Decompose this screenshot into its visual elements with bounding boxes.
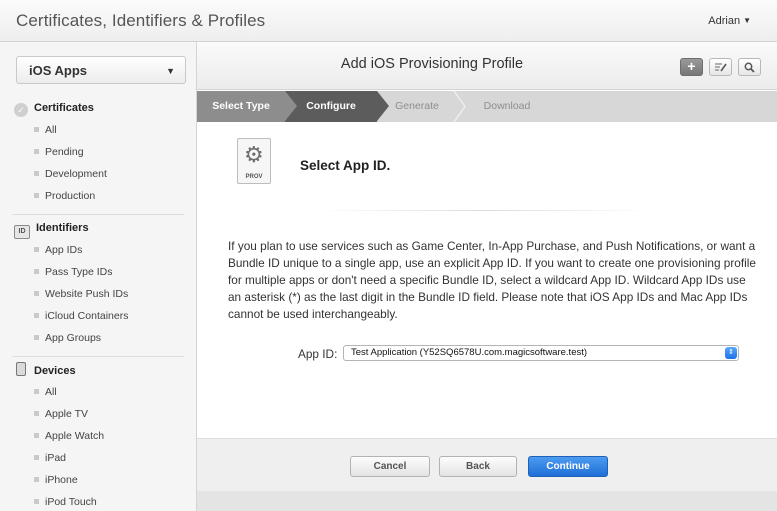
wizard-steps: Select Type Configure Generate Download bbox=[197, 91, 777, 122]
step-select-type: Select Type bbox=[197, 91, 285, 122]
bullet-icon bbox=[34, 247, 39, 252]
chevron-down-icon: ▼ bbox=[166, 66, 175, 76]
bullet-icon bbox=[34, 411, 39, 416]
provisioning-profile-icon: ⚙ PROV bbox=[237, 138, 271, 184]
step-configure: Configure bbox=[285, 91, 377, 122]
prov-label: PROV bbox=[245, 174, 263, 180]
top-bar: Certificates, Identifiers & Profiles Adr… bbox=[0, 0, 777, 42]
select-stepper-icon: ⇕ bbox=[725, 347, 737, 359]
chevron-down-icon: ▼ bbox=[743, 16, 751, 25]
plus-icon: + bbox=[687, 58, 696, 74]
bullet-icon bbox=[34, 149, 39, 154]
sidebar-item-app-ids[interactable]: App IDs bbox=[34, 242, 82, 258]
divider bbox=[12, 356, 184, 357]
gear-icon: ⚙ bbox=[244, 142, 264, 167]
user-menu[interactable]: Adrian ▼ bbox=[708, 15, 751, 27]
step-arrow bbox=[453, 91, 466, 122]
edit-icon bbox=[714, 63, 727, 72]
sidebar-item-label: App Groups bbox=[45, 332, 102, 344]
sidebar-item-label: Apple Watch bbox=[45, 430, 105, 442]
bullet-icon bbox=[34, 171, 39, 176]
divider bbox=[317, 210, 653, 211]
sidebar-item-label: iCloud Containers bbox=[45, 310, 129, 322]
step-download: Download bbox=[483, 100, 531, 112]
sidebar-item-label: iPhone bbox=[45, 474, 78, 486]
sidebar-item-icloud-containers[interactable]: iCloud Containers bbox=[34, 308, 128, 324]
bullet-icon bbox=[34, 499, 39, 504]
search-button[interactable] bbox=[738, 58, 761, 76]
sidebar-item-label: All bbox=[45, 386, 57, 398]
bottom-strip bbox=[197, 491, 777, 511]
sidebar-item-app-groups[interactable]: App Groups bbox=[34, 330, 101, 346]
sidebar-item-label: Apple TV bbox=[45, 408, 88, 420]
sidebar-item-label: Development bbox=[45, 168, 107, 180]
edit-button[interactable] bbox=[709, 58, 732, 76]
sidebar-item-apple-tv[interactable]: Apple TV bbox=[34, 406, 88, 422]
add-button[interactable]: + bbox=[680, 58, 703, 76]
continue-button[interactable]: Continue bbox=[528, 456, 608, 477]
bullet-icon bbox=[34, 193, 39, 198]
sidebar-item-devices-all[interactable]: All bbox=[34, 384, 57, 400]
description-text: If you plan to use services such as Game… bbox=[228, 239, 756, 321]
search-icon bbox=[744, 62, 755, 73]
sidebar-item-apple-watch[interactable]: Apple Watch bbox=[34, 428, 104, 444]
divider bbox=[12, 214, 184, 215]
sidebar-item-pass-type-ids[interactable]: Pass Type IDs bbox=[34, 264, 113, 280]
id-card-icon: ID bbox=[14, 225, 30, 239]
app-title: Certificates, Identifiers & Profiles bbox=[16, 11, 266, 30]
sidebar-section-devices: Devices bbox=[14, 362, 76, 378]
sidebar-item-website-push-ids[interactable]: Website Push IDs bbox=[34, 286, 128, 302]
bullet-icon bbox=[34, 313, 39, 318]
sidebar-section-identifiers: ID Identifiers bbox=[14, 220, 89, 239]
bullet-icon bbox=[34, 477, 39, 482]
sidebar-item-certificates-all[interactable]: All bbox=[34, 122, 57, 138]
app-id-select[interactable]: Test Application (Y52SQ6578U.com.magicso… bbox=[343, 345, 739, 361]
section-title: Identifiers bbox=[36, 222, 89, 234]
platform-select[interactable]: iOS Apps ▼ bbox=[16, 56, 186, 84]
bullet-icon bbox=[34, 269, 39, 274]
sidebar-item-development[interactable]: Development bbox=[34, 166, 107, 182]
sidebar-item-label: iPod Touch bbox=[45, 496, 97, 508]
sidebar-section-certificates: ✓ Certificates bbox=[14, 100, 94, 117]
sidebar-item-label: Pending bbox=[45, 146, 84, 158]
device-icon bbox=[16, 362, 26, 376]
user-name: Adrian bbox=[708, 15, 741, 27]
sidebar-item-label: iPad bbox=[45, 452, 67, 464]
sidebar-item-ipod-touch[interactable]: iPod Touch bbox=[34, 494, 97, 510]
bullet-icon bbox=[34, 335, 39, 340]
section-title: Select App ID. bbox=[300, 158, 391, 173]
section-title: Devices bbox=[34, 365, 76, 377]
sidebar-item-label: Production bbox=[45, 190, 96, 202]
page-title: Add iOS Provisioning Profile bbox=[340, 56, 524, 72]
sidebar-item-pending[interactable]: Pending bbox=[34, 144, 84, 160]
sidebar-item-label: Website Push IDs bbox=[45, 288, 129, 300]
main-panel: Add iOS Provisioning Profile + Select Ty… bbox=[197, 42, 777, 511]
sidebar-item-label: Pass Type IDs bbox=[45, 266, 113, 278]
back-button[interactable]: Back bbox=[439, 456, 517, 477]
bullet-icon bbox=[34, 455, 39, 460]
cancel-button[interactable]: Cancel bbox=[350, 456, 430, 477]
app-id-value: Test Application (Y52SQ6578U.com.magicso… bbox=[351, 347, 588, 358]
step-arrow bbox=[285, 91, 297, 121]
app-id-label: App ID: bbox=[298, 347, 338, 361]
section-title: Certificates bbox=[34, 102, 94, 114]
sidebar-item-iphone[interactable]: iPhone bbox=[34, 472, 78, 488]
sidebar-item-production[interactable]: Production bbox=[34, 188, 95, 204]
step-generate: Generate bbox=[395, 100, 439, 112]
checkmark-badge-icon: ✓ bbox=[14, 103, 28, 117]
sidebar: iOS Apps ▼ ✓ Certificates All Pending Dev… bbox=[0, 42, 197, 511]
main-header: Add iOS Provisioning Profile + bbox=[197, 42, 777, 90]
bullet-icon bbox=[34, 291, 39, 296]
step-arrow bbox=[377, 91, 389, 121]
bullet-icon bbox=[34, 127, 39, 132]
bullet-icon bbox=[34, 433, 39, 438]
platform-label: iOS Apps bbox=[29, 63, 88, 78]
sidebar-item-label: All bbox=[45, 124, 57, 136]
sidebar-item-label: App IDs bbox=[45, 244, 83, 256]
sidebar-item-ipad[interactable]: iPad bbox=[34, 450, 66, 466]
bullet-icon bbox=[34, 389, 39, 394]
